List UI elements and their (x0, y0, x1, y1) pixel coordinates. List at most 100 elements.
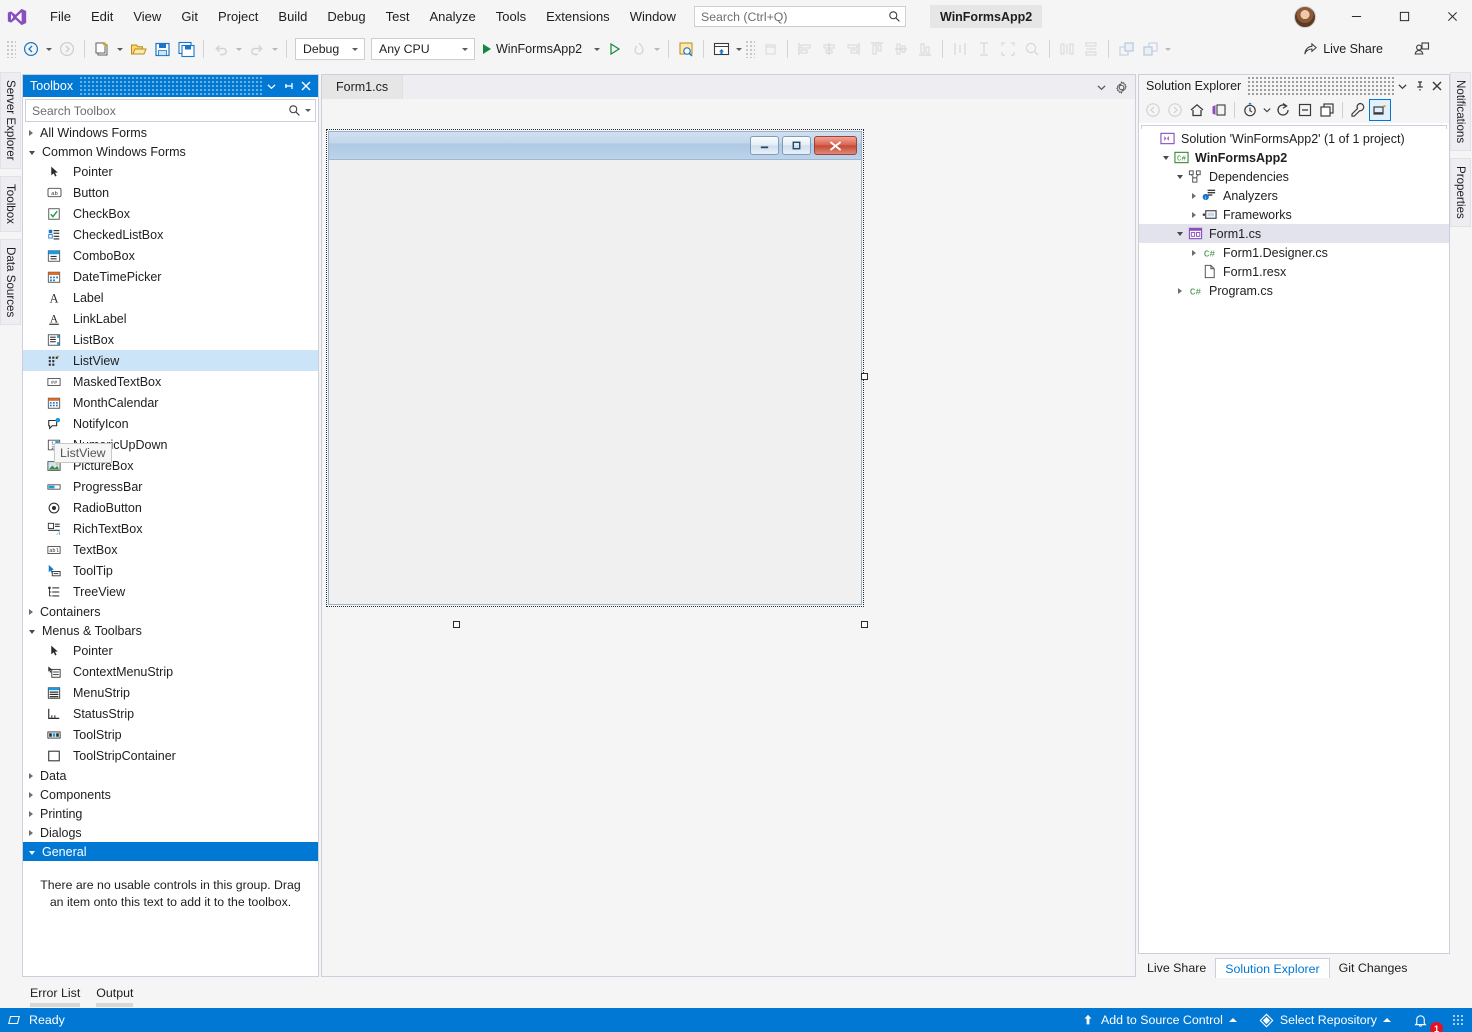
toolbox-menu-button[interactable] (263, 77, 280, 95)
auto-hide-tab-toolbox[interactable]: Toolbox (0, 175, 21, 232)
resize-handle-middle-right[interactable] (861, 373, 868, 380)
menu-item-analyze[interactable]: Analyze (419, 5, 485, 29)
document-tab-form1[interactable]: Form1.cs (322, 75, 404, 99)
toolbox-item-notifyicon[interactable]: NotifyIcon (23, 413, 318, 434)
start-without-debugging-button[interactable] (603, 37, 627, 61)
save-button[interactable] (150, 37, 174, 61)
auto-hide-tab-properties[interactable]: Properties (1450, 158, 1471, 227)
toolbar-overflow-button[interactable] (1162, 37, 1174, 61)
window-close-button[interactable] (1429, 0, 1472, 32)
align-lefts-button[interactable] (793, 37, 817, 61)
chevron-right-icon[interactable] (1187, 205, 1201, 224)
chevron-down-icon[interactable] (29, 629, 35, 634)
align-rights-button[interactable] (841, 37, 865, 61)
toolbox-group-general[interactable]: General (23, 842, 318, 861)
se-collapse-all-button[interactable] (1294, 99, 1316, 121)
toolbox-group-components[interactable]: Components (23, 785, 318, 804)
toolbox-item-toolstripcontainer[interactable]: ToolStripContainer (23, 745, 318, 766)
se-properties-button[interactable] (1347, 99, 1369, 121)
navigate-backward-dropdown[interactable] (43, 37, 55, 61)
menu-item-edit[interactable]: Edit (81, 5, 123, 29)
form-close-button[interactable] (814, 136, 857, 155)
menu-item-test[interactable]: Test (376, 5, 420, 29)
se-preview-selected-items-button[interactable] (1369, 99, 1391, 121)
preview-in-browser-button[interactable] (709, 37, 733, 61)
resize-handle-bottom-center[interactable] (453, 621, 460, 628)
chevron-down-icon[interactable] (1159, 148, 1173, 167)
toolbox-item-maskedtextbox[interactable]: ## MaskedTextBox (23, 371, 318, 392)
menu-item-debug[interactable]: Debug (317, 5, 375, 29)
form-client-area[interactable] (329, 161, 861, 604)
solution-explorer-item-frameworks[interactable]: Frameworks (1139, 205, 1449, 224)
se-show-all-files-button[interactable] (1316, 99, 1338, 121)
select-repository-button[interactable]: Select Repository (1255, 1008, 1395, 1032)
toolbox-item-button[interactable]: ab Button (23, 182, 318, 203)
toolbox-item-checkedlistbox[interactable]: CheckedListBox (23, 224, 318, 245)
add-to-source-control-button[interactable]: Add to Source Control (1077, 1008, 1241, 1032)
redo-dropdown[interactable] (269, 37, 281, 61)
chevron-right-icon[interactable] (29, 772, 33, 779)
solution-explorer-item-form1.resx[interactable]: Form1.resx (1139, 262, 1449, 281)
menu-item-tools[interactable]: Tools (486, 5, 536, 29)
chevron-right-icon[interactable] (1173, 281, 1187, 300)
notifications-button[interactable]: 1 (1409, 1008, 1443, 1032)
window-maximize-button[interactable] (1381, 0, 1427, 32)
form1-preview[interactable] (328, 131, 862, 605)
dock-tab-git-changes[interactable]: Git Changes (1330, 958, 1417, 978)
dock-tab-live-share[interactable]: Live Share (1138, 958, 1215, 978)
toolbox-search-options-icon[interactable] (303, 109, 312, 112)
toolbox-item-listview[interactable]: ListView (23, 350, 318, 371)
open-file-button[interactable] (126, 37, 150, 61)
toolbox-search-input[interactable]: Search Toolbox (25, 99, 316, 122)
align-tops-button[interactable] (865, 37, 889, 61)
hot-reload-dropdown[interactable] (651, 37, 663, 61)
windows-forms-designer-surface[interactable] (322, 99, 1135, 976)
toolbox-item-menustrip[interactable]: MenuStrip (23, 682, 318, 703)
solution-explorer-item-winformsapp2[interactable]: C# WinFormsApp2 (1139, 148, 1449, 167)
se-pending-changes-dropdown[interactable] (1261, 99, 1272, 121)
quick-search-box[interactable]: Search (Ctrl+Q) (694, 6, 906, 27)
bottom-tab-error-list[interactable]: Error List (22, 984, 88, 1002)
toolbox-group-data[interactable]: Data (23, 766, 318, 785)
toolbox-group-common-windows-forms[interactable]: Common Windows Forms (23, 142, 318, 161)
toolbox-group-printing[interactable]: Printing (23, 804, 318, 823)
live-share-button[interactable]: Live Share (1298, 37, 1388, 61)
chevron-down-icon[interactable] (1173, 224, 1187, 243)
hot-reload-button[interactable] (627, 37, 651, 61)
menu-item-extensions[interactable]: Extensions (536, 5, 620, 29)
menu-item-file[interactable]: File (40, 5, 81, 29)
menu-item-view[interactable]: View (123, 5, 171, 29)
toolbox-item-label[interactable]: A Label (23, 287, 318, 308)
solution-explorer-item-program.cs[interactable]: C# Program.cs (1139, 281, 1449, 300)
start-debugging-button[interactable]: WinFormsApp2 (478, 37, 591, 61)
toolbox-item-tooltip[interactable]: ToolTip (23, 560, 318, 581)
toolbox-item-toolstrip[interactable]: ToolStrip (23, 724, 318, 745)
toolbar-grip-2[interactable] (745, 40, 756, 58)
form-minimize-button[interactable] (750, 136, 779, 155)
designer-settings-gear-icon[interactable] (1112, 77, 1130, 97)
solution-explorer-menu-button[interactable] (1394, 77, 1411, 95)
select-element-button[interactable] (674, 37, 698, 61)
toolbox-item-contextmenustrip[interactable]: ContextMenuStrip (23, 661, 318, 682)
solution-explorer-item-analyzers[interactable]: i Analyzers (1139, 186, 1449, 205)
chevron-right-icon[interactable] (29, 129, 33, 136)
solution-configuration-combo[interactable]: Debug (295, 38, 365, 60)
resize-grip[interactable] (1452, 1014, 1464, 1026)
form-designer-selection[interactable] (326, 129, 868, 628)
chevron-right-icon[interactable] (29, 608, 33, 615)
window-minimize-button[interactable] (1333, 0, 1379, 32)
new-project-button[interactable] (90, 37, 114, 61)
solution-explorer-close-button[interactable] (1428, 77, 1445, 95)
live-share-session-icon[interactable] (1408, 37, 1434, 61)
chevron-right-icon[interactable] (1187, 186, 1201, 205)
menu-item-git[interactable]: Git (171, 5, 208, 29)
se-refresh-button[interactable] (1272, 99, 1294, 121)
save-all-button[interactable] (174, 37, 198, 61)
toolbox-item-progressbar[interactable]: ProgressBar (23, 476, 318, 497)
dock-tab-solution-explorer[interactable]: Solution Explorer (1215, 958, 1330, 978)
auto-hide-tab-server-explorer[interactable]: Server Explorer (0, 72, 21, 169)
menu-item-build[interactable]: Build (268, 5, 317, 29)
se-forward-button[interactable] (1164, 99, 1186, 121)
chevron-right-icon[interactable] (29, 791, 33, 798)
auto-hide-tab-notifications[interactable]: Notifications (1450, 72, 1471, 152)
